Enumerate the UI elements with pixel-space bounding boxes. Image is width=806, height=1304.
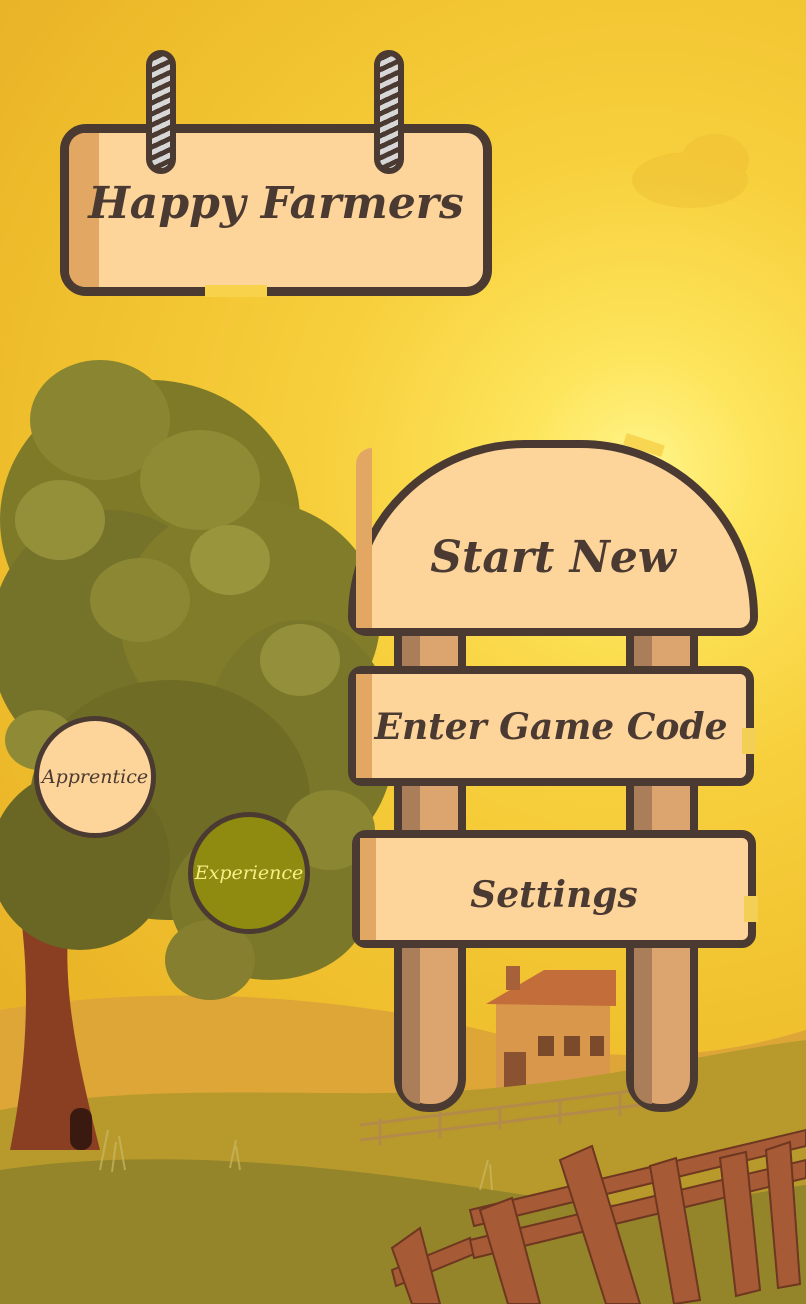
settings-board[interactable]: Settings xyxy=(352,830,758,948)
enter-game-code-button[interactable]: Enter Game Code xyxy=(356,706,746,748)
experience-level-button[interactable]: Experience xyxy=(188,812,310,934)
rope-right xyxy=(374,50,404,174)
enter-game-code-board[interactable]: Enter Game Code xyxy=(348,666,756,786)
game-title: Happy Farmers xyxy=(88,178,464,229)
rope-left xyxy=(146,50,176,174)
start-new-button[interactable]: Start New xyxy=(356,532,750,583)
sign-gap xyxy=(205,285,267,297)
tree-hollow xyxy=(70,1108,92,1150)
cloud xyxy=(632,134,749,208)
apprentice-level-button[interactable]: Apprentice xyxy=(34,716,156,838)
farmhouse xyxy=(486,966,616,1090)
game-scene: Happy Farmers Start New Enter Game Code … xyxy=(0,0,806,1304)
settings-button[interactable]: Settings xyxy=(360,874,748,916)
